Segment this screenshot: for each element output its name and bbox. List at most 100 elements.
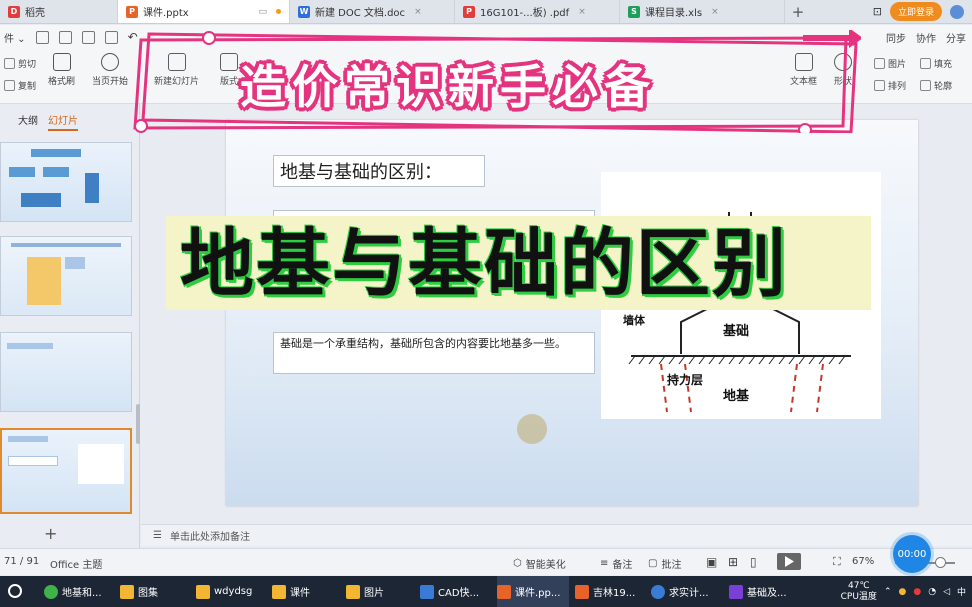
cad-icon: [420, 584, 434, 599]
avatar[interactable]: [950, 4, 964, 19]
fit-icon[interactable]: ⛶: [833, 555, 841, 569]
smart-beautify-button[interactable]: ⬡ 智能美化: [513, 556, 566, 571]
zoom-level[interactable]: 67%: [852, 556, 874, 567]
doc-icon: W: [298, 5, 310, 18]
login-button[interactable]: 立即登录: [889, 2, 942, 21]
outline-button[interactable]: 轮廓: [920, 79, 952, 92]
recording-timer[interactable]: 00:00: [893, 535, 931, 573]
window-icon[interactable]: ⊡: [873, 5, 882, 18]
close-icon[interactable]: ×: [414, 7, 422, 17]
taskbar-item[interactable]: 地基和...: [44, 576, 116, 607]
tab-outline[interactable]: 大纲: [18, 112, 38, 131]
notes-bar[interactable]: ☰ 单击此处添加备注: [141, 524, 972, 546]
quickbar-right: 同步 协作 分享: [886, 30, 972, 45]
slide-thumbnail[interactable]: [0, 236, 132, 316]
taskbar-item[interactable]: CAD快...: [420, 576, 492, 607]
zoom-slider-handle[interactable]: [935, 557, 946, 568]
tab-label: 新建 DOC 文档.doc: [315, 8, 406, 19]
notes-icon: ☰: [153, 530, 162, 541]
new-tab-button[interactable]: +: [785, 0, 811, 23]
slide-body-text[interactable]: 基础是一个承重结构，基础所包含的内容要比地基多一些。: [273, 332, 595, 374]
screen-icon[interactable]: ▭: [258, 7, 267, 17]
fill-button[interactable]: 填充: [920, 57, 952, 70]
beautify-icon: ⬡: [513, 558, 522, 569]
slide-thumbnail[interactable]: [0, 332, 132, 412]
tab-ppt[interactable]: P 课件.pptx ▭: [118, 0, 290, 23]
taskbar-item-active[interactable]: 课件.pp...: [497, 576, 569, 607]
slide-thumbnail[interactable]: [0, 142, 132, 222]
tab-bar: D 稻壳 P 课件.pptx ▭ W 新建 DOC 文档.doc × P 16G…: [0, 0, 972, 24]
notes-toggle-button[interactable]: ≡ 备注: [600, 556, 632, 571]
tab-doc[interactable]: W 新建 DOC 文档.doc ×: [290, 0, 455, 23]
tray-app-icon[interactable]: ●: [913, 587, 921, 597]
pdf-icon: P: [463, 5, 475, 18]
cut-button[interactable]: 剪切: [4, 57, 36, 70]
folder-icon: [120, 584, 134, 599]
comment-button[interactable]: ▢ 批注: [648, 556, 681, 571]
tab-label: 课程目录.xls: [645, 8, 703, 19]
wechat-icon: [44, 584, 58, 599]
taskbar-item[interactable]: 课件: [272, 576, 332, 607]
app-icon: [729, 584, 743, 599]
export-icon[interactable]: [58, 30, 72, 44]
picture-button[interactable]: 图片: [874, 57, 906, 70]
network-icon[interactable]: ◔: [928, 587, 936, 597]
slide-title-box[interactable]: 地基与基础的区别：: [273, 155, 485, 187]
folder-icon: [346, 584, 360, 599]
taskbar: 地基和... 图集 wdydsg 课件 图片 CAD快... 课件.pp... …: [0, 576, 972, 607]
close-icon[interactable]: ×: [711, 7, 719, 17]
tab-bar-right: ⊡ 立即登录: [873, 0, 972, 23]
start-icon[interactable]: [8, 584, 22, 598]
bearing-layer-label: 持力层: [667, 372, 703, 387]
unsaved-dot-icon: [276, 9, 281, 14]
taskbar-item[interactable]: 求实计...: [651, 576, 723, 607]
taskbar-item[interactable]: 图片: [346, 576, 406, 607]
theme-name: Office 主题: [50, 560, 103, 571]
tab-xls[interactable]: S 课程目录.xls ×: [620, 0, 785, 23]
reading-view-icon[interactable]: ▯: [750, 555, 757, 569]
panel-scrollbar[interactable]: [136, 404, 140, 444]
print-icon[interactable]: [81, 30, 95, 44]
save-icon[interactable]: [35, 30, 49, 44]
sync-button[interactable]: 同步: [886, 30, 906, 45]
panel-tabs: 大纲 幻灯片: [0, 104, 139, 131]
tab-pdf[interactable]: P 16G101-...板) .pdf ×: [455, 0, 620, 23]
top-banner-text: 造价常识新手必备: [240, 60, 656, 114]
notes-placeholder[interactable]: 单击此处添加备注: [170, 528, 250, 543]
preview-icon[interactable]: [104, 30, 118, 44]
tab-label: 稻壳: [25, 8, 45, 19]
add-slide-button[interactable]: +: [44, 524, 57, 543]
outline-icon: [920, 80, 931, 91]
taskbar-item[interactable]: 基础及...: [729, 576, 801, 607]
format-painter-button[interactable]: 格式刷: [48, 53, 75, 87]
folder-icon: [272, 584, 286, 599]
play-slideshow-button[interactable]: [777, 553, 801, 570]
close-icon[interactable]: ×: [578, 7, 586, 17]
file-menu[interactable]: 件 ⌄: [4, 30, 26, 45]
taskbar-item[interactable]: wdydsg: [196, 576, 262, 607]
chevron-up-icon[interactable]: ⌃: [884, 587, 892, 597]
collab-button[interactable]: 协作: [916, 30, 936, 45]
arrange-icon: [874, 80, 885, 91]
taskbar-item[interactable]: 图集: [120, 576, 180, 607]
ppt-icon: P: [126, 5, 138, 18]
folder-icon: [196, 584, 210, 599]
tab-slides[interactable]: 幻灯片: [48, 112, 78, 131]
slide-thumbnail-selected[interactable]: [0, 428, 132, 514]
volume-icon[interactable]: ◁: [943, 587, 950, 597]
picture-icon: [874, 58, 885, 69]
scissors-icon: [4, 58, 15, 69]
arrange-button[interactable]: 排列: [874, 79, 906, 92]
from-current-button[interactable]: 当页开始: [92, 53, 128, 87]
system-tray: 47℃ CPU温度 ⌃ ● ● ◔ ◁ 中: [841, 576, 972, 607]
taskbar-item[interactable]: 吉林19...: [575, 576, 645, 607]
tab-label: 课件.pptx: [143, 8, 189, 19]
copy-button[interactable]: 复制: [4, 79, 36, 92]
cpu-temp: 47℃ CPU温度: [840, 580, 877, 602]
normal-view-icon[interactable]: ▣: [706, 555, 717, 569]
tab-daoke[interactable]: D 稻壳: [0, 0, 118, 23]
tray-app-icon[interactable]: ●: [898, 587, 906, 597]
share-button[interactable]: 分享: [946, 30, 966, 45]
ime-indicator[interactable]: 中: [957, 585, 966, 598]
grid-view-icon[interactable]: ⊞: [728, 555, 738, 569]
